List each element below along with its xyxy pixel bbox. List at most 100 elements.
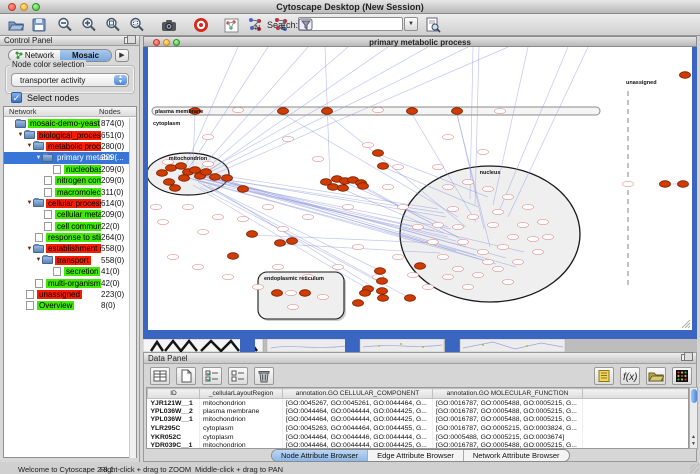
float-panel-icon[interactable]	[124, 37, 131, 44]
tab-network-attribute-browser[interactable]: Network Attribute Browser	[464, 450, 569, 461]
column-header[interactable]	[583, 389, 690, 399]
tab-edge-attribute-browser[interactable]: Edge Attribute Browser	[368, 450, 464, 461]
network-canvas[interactable]: plasma membranecytoplasmmitochondrionnuc…	[148, 47, 692, 330]
tree-row-cellular-process[interactable]: ▼cellular process614(0)	[4, 198, 130, 209]
graph-node[interactable]	[222, 175, 233, 182]
minimize-button[interactable]	[20, 3, 28, 11]
tree-row-cellular-metabo[interactable]: cellular metabo209(0)	[4, 209, 130, 220]
table-row[interactable]: YKR052Ccytoplasm[GO:0044464, GO:0044446,…	[148, 433, 690, 442]
zoom-in-icon[interactable]	[80, 16, 98, 34]
delete-attribute-icon[interactable]	[254, 367, 274, 385]
expand-arrow-icon[interactable]: ▼	[35, 257, 42, 263]
graph-node[interactable]	[164, 179, 175, 186]
graph-node[interactable]	[166, 165, 177, 172]
expand-arrow-icon[interactable]: ▼	[26, 246, 33, 252]
table-row[interactable]: YDR039C__1mitochondrion[GO:0044464, GO:0…	[148, 441, 690, 449]
graph-node[interactable]	[275, 240, 286, 247]
graph-node[interactable]	[157, 170, 168, 177]
graph-node[interactable]	[452, 108, 463, 115]
graph-node[interactable]	[278, 108, 289, 115]
graph-node[interactable]	[377, 278, 388, 285]
tree-row-multi-organism-pro[interactable]: multi-organism pro42(0)	[4, 277, 130, 288]
graph-node[interactable]	[300, 290, 311, 297]
tree-row-metabolic-process[interactable]: ▼metabolic process280(0)	[4, 141, 130, 152]
window-resize-grip[interactable]	[690, 464, 699, 473]
graph-node[interactable]	[228, 253, 239, 260]
minimize-button[interactable]	[163, 39, 170, 46]
graph-node[interactable]	[190, 167, 201, 174]
table-scrollbar[interactable]: ▲ ▼	[689, 387, 698, 449]
expand-arrow-icon[interactable]: ▼	[35, 155, 42, 161]
expand-arrow-icon[interactable]: ▼	[26, 200, 33, 206]
tree-row-biological-process[interactable]: ▼biological_process651(0)	[4, 129, 130, 140]
snapshot-icon[interactable]	[160, 16, 178, 34]
tree-row-primary-metabo[interactable]: ▼primary metabo209(...	[4, 152, 130, 163]
select-attributes-icon[interactable]	[202, 367, 222, 385]
attribute-table-icon[interactable]	[150, 367, 170, 385]
zoom-window-button[interactable]	[173, 39, 180, 46]
graph-node[interactable]	[660, 181, 671, 188]
vizmapper-blue-icon[interactable]: N	[246, 16, 264, 34]
attribute-notes-icon[interactable]	[594, 367, 614, 385]
search-options-icon[interactable]	[424, 16, 442, 34]
new-attribute-icon[interactable]	[176, 367, 196, 385]
zoom-window-button[interactable]	[32, 3, 40, 11]
column-header[interactable]: annotation.GO MOLECULAR_FUNCTION	[433, 389, 583, 399]
graph-node[interactable]	[272, 290, 283, 297]
scrollbar-thumb[interactable]	[691, 389, 697, 403]
graph-node[interactable]	[360, 290, 371, 297]
column-header[interactable]: ID	[148, 389, 200, 399]
column-header[interactable]: annotation.GO CELLULAR_COMPONENT	[283, 389, 433, 399]
float-panel-icon[interactable]	[681, 354, 688, 361]
filter-icon[interactable]	[297, 16, 315, 34]
tree-row-mosaic-demo-yeast[interactable]: mosaic-demo-yeast874(0)	[4, 118, 130, 129]
tab-node-attribute-browser[interactable]: Node Attribute Browser	[272, 450, 368, 461]
network-overview-icon[interactable]	[222, 16, 240, 34]
column-header[interactable]: _cellularLayoutRegion	[200, 389, 283, 399]
unselect-attributes-icon[interactable]	[228, 367, 248, 385]
tree-row-nitrogen-compo[interactable]: nitrogen compo209(0)	[4, 175, 130, 186]
graph-node[interactable]	[238, 186, 249, 193]
graph-node[interactable]	[322, 108, 333, 115]
graph-node[interactable]	[338, 185, 349, 192]
graph-node[interactable]	[353, 300, 364, 307]
tree-row-nucleobase-[interactable]: nucleobase-209(0)	[4, 164, 130, 175]
tree-row-secretion[interactable]: secretion41(0)	[4, 266, 130, 277]
graph-node[interactable]	[378, 295, 389, 302]
tree-row-macromolecule[interactable]: macromolecule311(0)	[4, 186, 130, 197]
graph-node[interactable]	[179, 175, 190, 182]
import-attributes-icon[interactable]	[646, 367, 666, 385]
graph-node[interactable]	[377, 288, 388, 295]
scroll-down-icon[interactable]: ▼	[690, 441, 697, 448]
expand-arrow-icon[interactable]: ▼	[17, 132, 24, 138]
tree-scrollbar[interactable]	[129, 118, 136, 458]
view-resize-grip[interactable]	[682, 320, 690, 328]
zoom-selected-icon[interactable]	[128, 16, 146, 34]
graph-node[interactable]	[201, 169, 212, 176]
graph-node[interactable]	[407, 108, 418, 115]
tree-row-response-to-stimulu[interactable]: response to stimulu264(0)	[4, 232, 130, 243]
graph-node[interactable]	[358, 183, 369, 190]
table-row[interactable]: YPL036W__1mitochondrion[GO:0044464, GO:0…	[148, 416, 690, 425]
graph-node[interactable]	[176, 163, 187, 170]
table-row[interactable]: YJR121W__1mitochondrion[GO:0045267, GO:0…	[148, 399, 690, 408]
scroll-up-icon[interactable]: ▲	[690, 434, 697, 441]
graph-node[interactable]	[680, 72, 691, 79]
zoom-out-icon[interactable]	[56, 16, 74, 34]
save-session-icon[interactable]	[30, 16, 48, 34]
node-color-dropdown[interactable]: transporter activity ▲▼	[11, 73, 129, 87]
help-icon[interactable]	[192, 16, 210, 34]
formula-builder-icon[interactable]: f(x)	[620, 367, 640, 385]
tree-row-cell-communicat[interactable]: cell communicat22(0)	[4, 221, 130, 232]
matrix-view-icon[interactable]	[672, 367, 692, 385]
graph-node[interactable]	[170, 185, 181, 192]
graph-node[interactable]	[328, 184, 339, 191]
expand-arrow-icon[interactable]: ▼	[26, 143, 33, 149]
graph-node[interactable]	[247, 231, 258, 238]
tree-row-establishment-of-lo[interactable]: ▼establishment of lo558(0)	[4, 243, 130, 254]
graph-node[interactable]	[378, 163, 389, 170]
graph-node[interactable]	[373, 150, 384, 157]
graph-node[interactable]	[287, 238, 298, 245]
tree-row-transport[interactable]: ▼transport558(0)	[4, 255, 130, 266]
graph-node[interactable]	[210, 174, 221, 181]
